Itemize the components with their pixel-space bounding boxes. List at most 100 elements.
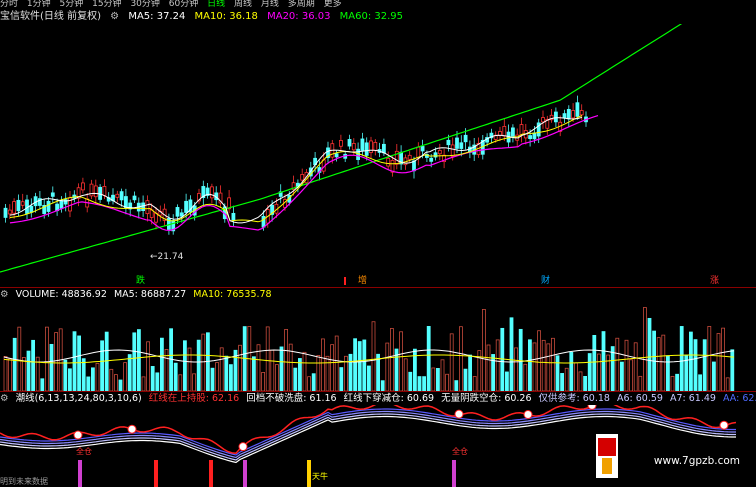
volume-bar	[339, 367, 344, 391]
volume-bar	[316, 355, 321, 391]
candle-body	[334, 153, 339, 158]
volume-bar	[348, 353, 353, 391]
candle-body	[209, 186, 214, 199]
candle-body	[59, 200, 64, 209]
volume-bar	[509, 317, 514, 391]
volume-bar	[8, 358, 13, 391]
volume-bar	[633, 342, 638, 391]
ma20-value: MA20: 36.03	[267, 11, 331, 22]
candle-body	[261, 215, 266, 228]
menu-item-1min[interactable]: 1分钟	[27, 0, 51, 8]
volume-bar	[707, 326, 712, 391]
volume-bar	[279, 346, 284, 391]
panel-divider-volume-indicator	[0, 391, 756, 392]
candle-body	[455, 137, 459, 149]
volume-bar	[693, 339, 698, 391]
candle-body	[420, 146, 425, 152]
volume-bar	[712, 361, 716, 391]
indicator-settings-icon[interactable]: ⚙	[0, 393, 9, 404]
volume-bar	[458, 326, 463, 391]
menu-item-daily[interactable]: 日线	[207, 0, 225, 8]
menu-item-monthly[interactable]: 月线	[261, 0, 279, 8]
watermark-url: www.7gpzb.com	[653, 455, 740, 467]
indicator-label-quancang-2: 全仓	[452, 447, 468, 456]
indicator-signal-bar	[154, 460, 158, 487]
volume-bar	[679, 326, 684, 391]
volume-bar	[330, 344, 335, 391]
panel-divider-price-volume	[0, 287, 756, 288]
volume-bar	[265, 326, 270, 391]
indicator-signal-bar	[78, 460, 82, 487]
price-chart[interactable]	[0, 24, 756, 286]
volume-bar	[86, 376, 91, 391]
menu-item-60min[interactable]: 60分钟	[169, 0, 198, 8]
volume-bar	[123, 362, 127, 391]
candle-body	[532, 132, 537, 140]
ma60-value: MA60: 32.95	[339, 11, 404, 22]
candle-body	[381, 143, 386, 154]
ma5-value: MA5: 37.24	[128, 11, 186, 22]
volume-bar	[666, 355, 670, 391]
volume-bar	[366, 365, 371, 391]
volume-bar	[114, 374, 118, 391]
volume-chart[interactable]	[0, 301, 756, 391]
volume-bar	[528, 339, 532, 391]
indicator-signal-bar	[307, 460, 311, 487]
candle-body	[175, 207, 180, 217]
volume-bar	[500, 327, 505, 391]
volume-bar	[77, 335, 81, 391]
settings-icon[interactable]: ⚙	[110, 11, 119, 22]
menu-item-weekly[interactable]: 周线	[234, 0, 252, 8]
volume-settings-icon[interactable]: ⚙	[0, 289, 9, 300]
volume-bar	[592, 334, 597, 391]
candle-body	[571, 110, 575, 119]
menu-item-more[interactable]: 更多	[324, 0, 342, 8]
volume-bar	[523, 363, 528, 391]
ma10-line	[9, 114, 583, 223]
volume-bar	[238, 344, 243, 391]
volume-bar	[615, 337, 620, 391]
volume-bar	[620, 361, 624, 391]
indicator-no-risk: 无量阴跌空仓: 60.26	[441, 393, 532, 404]
volume-bar	[422, 376, 427, 391]
indicator-buy-marker	[523, 409, 533, 419]
volume-bar	[468, 354, 473, 391]
candle-body	[364, 142, 369, 156]
menu-item-15min[interactable]: 15分钟	[92, 0, 121, 8]
volume-bar	[532, 342, 537, 391]
menu-item-5min[interactable]: 5分钟	[60, 0, 84, 8]
indicator-chart[interactable]	[0, 405, 756, 487]
volume-bar	[371, 321, 376, 391]
volume-bar	[270, 349, 275, 391]
volume-bar	[357, 341, 362, 391]
volume-bar	[196, 339, 201, 391]
volume-bar	[31, 339, 36, 391]
volume-bar	[486, 344, 491, 391]
volume-bar	[45, 326, 49, 391]
volume-bar	[68, 368, 72, 391]
volume-ma10: MA10: 76535.78	[193, 289, 272, 300]
volume-bar	[118, 379, 123, 391]
stock-title[interactable]: 宝信软件(日线 前复权)	[0, 11, 101, 22]
candle-body	[63, 199, 68, 205]
candle-body	[369, 140, 373, 153]
candle-body	[231, 212, 236, 221]
volume-bar	[146, 341, 151, 391]
volume-bar	[454, 380, 459, 391]
candle-body	[124, 196, 128, 209]
candle-body	[50, 192, 55, 197]
menu-item-30min[interactable]: 30分钟	[130, 0, 159, 8]
indicator-reduce: 红线下穿减仓: 60.69	[343, 393, 435, 404]
candle-body	[510, 127, 515, 137]
volume-bar	[481, 309, 486, 391]
volume-bar	[583, 375, 587, 391]
volume-bar	[63, 359, 68, 391]
indicator-a7: A7: 61.49	[670, 393, 716, 404]
candle-body	[541, 117, 545, 123]
menu-item-multi[interactable]: 多周期	[288, 0, 315, 8]
candle-body	[347, 139, 352, 147]
menu-item-fenshi[interactable]: 分时	[0, 0, 18, 8]
candle-body	[115, 193, 120, 198]
candle-body	[7, 209, 12, 215]
volume-bar	[307, 376, 312, 391]
